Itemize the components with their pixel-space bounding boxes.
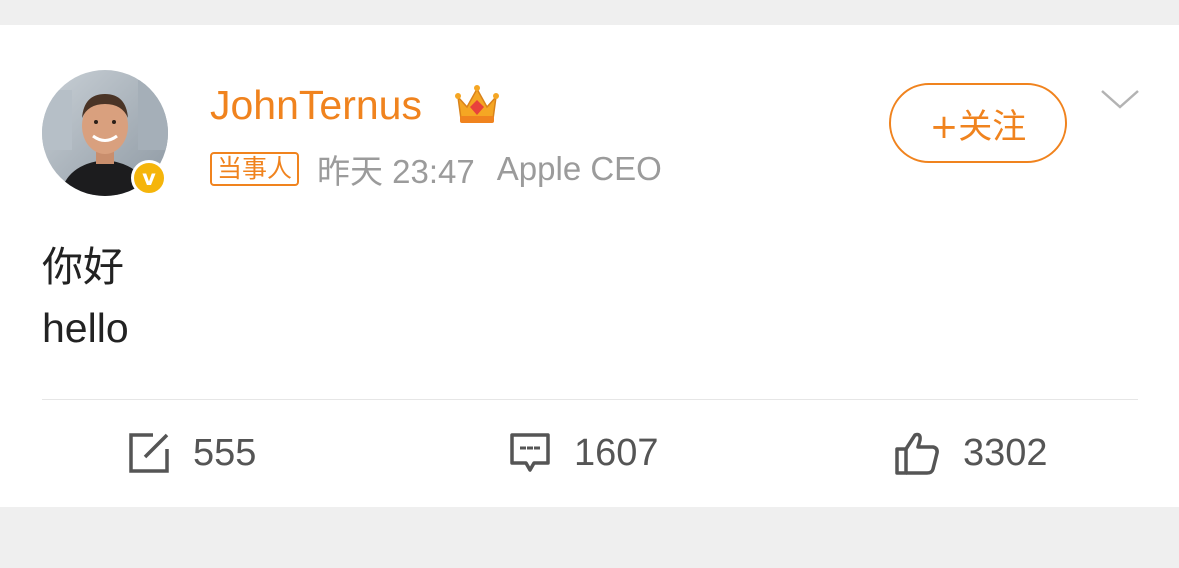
verified-badge-icon: v [131,160,167,196]
thumbs-up-icon [895,432,939,475]
weibo-post-card: v JohnTernus 当事人 昨天 23:47 Apple CEO +关注 … [0,25,1179,507]
follow-button[interactable]: +关注 [889,83,1067,163]
post-time: 昨天 23:47 [317,153,475,190]
like-count: 3302 [963,431,1048,474]
post-content-line: hello [42,305,129,351]
party-tag: 当事人 [210,152,300,186]
like-button[interactable]: 3302 [893,425,1048,481]
chevron-down-icon[interactable] [1100,87,1140,111]
comment-icon [510,433,550,472]
username[interactable]: JohnTernus [210,80,422,130]
comment-button[interactable]: 1607 [508,425,659,481]
crown-icon [453,83,501,125]
divider [42,399,1138,400]
post-source: Apple CEO [496,150,662,187]
post-content-line: 你好 [42,244,124,290]
share-icon [129,433,169,473]
comment-count: 1607 [574,431,659,474]
post-meta: 当事人 昨天 23:47 Apple CEO [210,149,662,190]
repost-button[interactable]: 555 [127,425,256,481]
repost-count: 555 [193,431,257,474]
